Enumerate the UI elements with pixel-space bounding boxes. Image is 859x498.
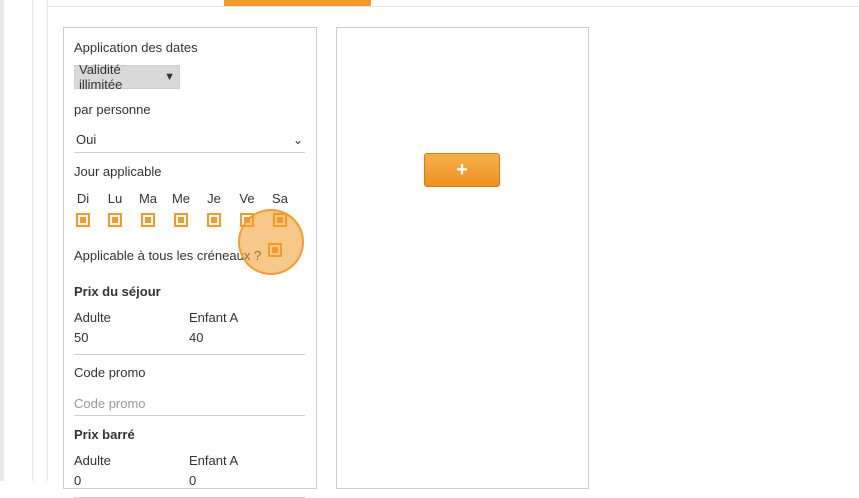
check-mark-icon [80, 217, 86, 223]
check-mark-icon [277, 217, 283, 223]
day-name: Je [207, 191, 221, 206]
day-applicable-label: Jour applicable [74, 164, 162, 179]
left-rail-strip [0, 0, 4, 481]
promo-label: Code promo [74, 365, 146, 380]
date-application-label: Application des dates [74, 40, 198, 55]
tabs-underline [47, 6, 859, 7]
check-mark-icon [178, 217, 184, 223]
day-name: Di [76, 191, 90, 206]
strike-price-row: 0 0 [74, 473, 305, 498]
stay-adult-label: Adulte [74, 310, 111, 325]
stay-price-title: Prix du séjour [74, 284, 161, 299]
check-mark-icon [112, 217, 118, 223]
day-me: Me [169, 191, 193, 227]
day-ve: Ve [235, 191, 259, 227]
promo-input[interactable] [74, 391, 305, 415]
chevron-down-icon: ▼ [164, 71, 175, 83]
content-edge [47, 0, 48, 481]
date-application-select[interactable]: Validité illimitée ▼ [74, 62, 180, 92]
pricing-panel: Application des dates Validité illimitée… [63, 27, 317, 498]
day-checkbox-row: Di Lu Ma Me Je Ve Sa [74, 191, 305, 231]
check-mark-icon [272, 247, 278, 253]
stay-adult-input[interactable]: 50 [74, 330, 88, 345]
per-person-label: par personne [74, 102, 151, 117]
strike-child-label: Enfant A [189, 453, 239, 468]
day-name: Lu [107, 191, 123, 206]
day-name: Ma [138, 191, 158, 206]
strike-price-title: Prix barré [74, 427, 135, 442]
day-di: Di [71, 191, 95, 227]
check-mark-icon [145, 217, 151, 223]
day-checkbox-ma[interactable] [141, 213, 155, 227]
day-checkbox-je[interactable] [207, 213, 221, 227]
left-rail [0, 0, 33, 481]
per-person-select[interactable]: Oui ⌄ [74, 127, 305, 153]
promo-field [74, 391, 305, 416]
chevron-down-icon: ⌄ [292, 132, 303, 147]
date-application-value: Validité illimitée [79, 62, 123, 92]
day-checkbox-lu[interactable] [108, 213, 122, 227]
strike-adult-label: Adulte [74, 453, 111, 468]
per-person-value: Oui [76, 132, 97, 147]
all-slots-checkbox[interactable] [268, 243, 282, 257]
stay-child-label: Enfant A [189, 310, 239, 325]
check-mark-icon [244, 217, 250, 223]
day-checkbox-ve[interactable] [240, 213, 254, 227]
all-slots-label: Applicable à tous les créneaux ? [74, 248, 262, 263]
check-mark-icon [211, 217, 217, 223]
day-je: Je [202, 191, 226, 227]
day-name: Me [171, 191, 191, 206]
day-sa: Sa [268, 191, 292, 227]
add-period-panel [336, 27, 589, 489]
day-checkbox-sa[interactable] [273, 213, 287, 227]
add-button[interactable]: + [424, 153, 500, 187]
stay-price-row: 50 40 [74, 330, 305, 355]
day-name: Sa [272, 191, 288, 206]
active-tab-indicator [224, 0, 371, 6]
day-ma: Ma [136, 191, 160, 227]
day-checkbox-di[interactable] [76, 213, 90, 227]
day-lu: Lu [103, 191, 127, 227]
stay-child-input[interactable]: 40 [189, 330, 203, 345]
day-name: Ve [239, 191, 255, 206]
day-checkbox-me[interactable] [174, 213, 188, 227]
